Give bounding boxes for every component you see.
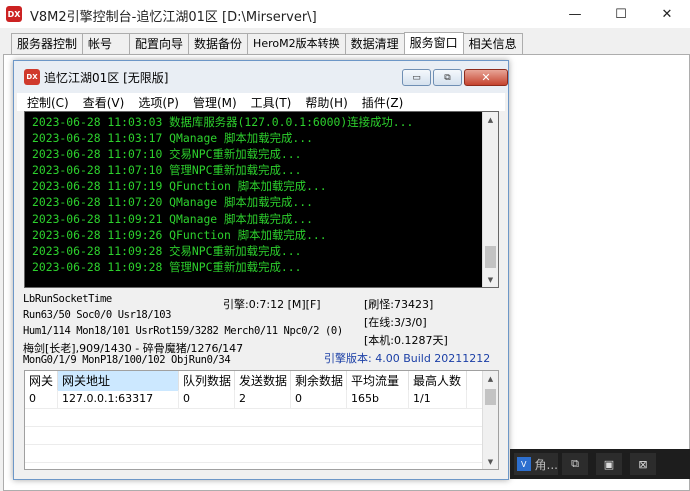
log-lines: 2023-06-28 11:03:03 数据库服务器(127.0.0.1:600… <box>32 114 482 275</box>
minimized-app-button[interactable]: V 角... <box>514 453 558 475</box>
tab-config-wizard[interactable]: 配置向导 <box>129 33 190 54</box>
table-scroll-down-icon[interactable]: ▼ <box>483 454 498 469</box>
row-divider <box>25 426 483 427</box>
minimized-window-strip: V 角... ⧉ ▣ ⊠ <box>510 449 690 479</box>
log-line: 2023-06-28 11:09:21 QManage 脚本加载完成... <box>32 211 313 226</box>
outer-window-title: V8M2引擎控制台-追忆江湖01区 [D:\Mirserver\] <box>30 10 317 25</box>
tab-data-backup[interactable]: 数据备份 <box>188 33 249 54</box>
col-max-users[interactable]: 最高人数 <box>409 371 467 391</box>
menu-tools[interactable]: 工具(T) <box>244 94 299 111</box>
cell-max-users: 1/1 <box>409 390 467 408</box>
monster-count: [刷怪:73423] <box>364 298 434 311</box>
gateway-table-header: 网关 网关地址 队列数据 发送数据 剩余数据 平均流量 最高人数 <box>25 371 467 391</box>
server-close-button[interactable]: ✕ <box>464 69 508 86</box>
mon-line: MonG0/1/9 MonP18/100/102 ObjRun0/34 <box>23 354 231 366</box>
run-counts: Run63/50 Soc0/0 Usr18/103 <box>23 309 172 321</box>
col-gateway[interactable]: 网关 <box>25 371 58 391</box>
table-row[interactable]: 0 127.0.0.1:63317 0 2 0 165b 1/1 <box>25 390 467 408</box>
minimize-button[interactable]: — <box>552 0 598 28</box>
app-logo-icon: DX <box>6 6 22 22</box>
cell-avg-traffic: 165b <box>347 390 409 408</box>
engine-time: 引擎:0:7:12 [M][F] <box>223 298 321 311</box>
col-avg-traffic[interactable]: 平均流量 <box>347 371 409 391</box>
log-line: 2023-06-28 11:07:10 交易NPC重新加载完成... <box>32 147 302 162</box>
col-gateway-address[interactable]: 网关地址 <box>58 371 179 391</box>
outer-titlebar: DX V8M2引擎控制台-追忆江湖01区 [D:\Mirserver\] — ☐… <box>0 0 690 28</box>
log-console[interactable]: 2023-06-28 11:03:03 数据库服务器(127.0.0.1:600… <box>24 111 499 288</box>
table-scrollbar[interactable]: ▲ ▼ <box>482 371 498 469</box>
cell-send-data: 2 <box>235 390 291 408</box>
tab-herom2-convert[interactable]: HeroM2版本转换 <box>247 33 346 54</box>
menu-options[interactable]: 选项(P) <box>131 94 186 111</box>
online-count: [在线:3/3/0] <box>364 316 427 329</box>
restore-icon[interactable]: ⧉ <box>562 453 588 475</box>
log-line: 2023-06-28 11:09:28 管理NPC重新加载完成... <box>32 259 302 274</box>
hum-line: Hum1/114 Mon18/101 UsrRot159/3282 Merch0… <box>23 325 343 337</box>
col-queue-data[interactable]: 队列数据 <box>179 371 235 391</box>
close-icon[interactable]: ⊠ <box>630 453 656 475</box>
cell-remaining-data: 0 <box>291 390 347 408</box>
row-divider <box>25 444 483 445</box>
server-restore-button[interactable]: ⧉ <box>433 69 462 86</box>
table-scroll-up-icon[interactable]: ▲ <box>483 371 498 386</box>
maximize-icon[interactable]: ▣ <box>596 453 622 475</box>
maximize-button[interactable]: ☐ <box>598 0 644 28</box>
local-uptime: [本机:0.1287天] <box>364 334 448 347</box>
scroll-thumb[interactable] <box>485 246 496 268</box>
tab-service-window[interactable]: 服务窗口 <box>403 32 464 54</box>
minimized-app-label: 角... <box>534 457 558 472</box>
server-minimize-button[interactable]: ▭ <box>402 69 431 86</box>
log-scrollbar[interactable]: ▲ ▼ <box>482 112 498 287</box>
log-line: 2023-06-28 11:07:10 管理NPC重新加载完成... <box>32 163 302 178</box>
server-window-titlebar[interactable]: DX 追忆江湖01区 [无限版] ▭ ⧉ ✕ <box>14 61 508 93</box>
tab-server-control[interactable]: 服务器控制 <box>11 33 84 54</box>
gateway-table[interactable]: 网关 网关地址 队列数据 发送数据 剩余数据 平均流量 最高人数 0 127.0… <box>24 370 499 470</box>
log-line: 2023-06-28 11:09:28 交易NPC重新加载完成... <box>32 243 302 258</box>
scroll-up-icon[interactable]: ▲ <box>483 112 498 127</box>
run-socket-label: LbRunSocketTime <box>23 293 112 305</box>
log-line: 2023-06-28 11:07:19 QFunction 脚本加载完成... <box>32 179 327 194</box>
tab-related-info[interactable]: 相关信息 <box>462 33 523 54</box>
server-window: DX 追忆江湖01区 [无限版] ▭ ⧉ ✕ 控制(C) 查看(V) 选项(P)… <box>13 60 509 480</box>
log-line: 2023-06-28 11:07:20 QManage 脚本加载完成... <box>32 195 313 210</box>
server-logo-icon: DX <box>24 69 40 85</box>
menu-manage[interactable]: 管理(M) <box>186 94 244 111</box>
cell-queue-data: 0 <box>179 390 235 408</box>
log-line: 2023-06-28 11:09:26 QFunction 脚本加载完成... <box>32 227 327 242</box>
engine-version: 引擎版本: 4.00 Build 20211212 <box>324 352 491 365</box>
menu-view[interactable]: 查看(V) <box>76 94 132 111</box>
scroll-down-icon[interactable]: ▼ <box>483 272 498 287</box>
menu-plugins[interactable]: 插件(Z) <box>355 94 411 111</box>
tab-data-cleanup[interactable]: 数据清理 <box>344 33 405 54</box>
close-button[interactable]: ✕ <box>644 0 690 28</box>
tab-account[interactable]: 帐号 <box>82 33 131 54</box>
row-divider <box>25 408 483 409</box>
col-remaining-data[interactable]: 剩余数据 <box>291 371 347 391</box>
col-send-data[interactable]: 发送数据 <box>235 371 291 391</box>
menu-control[interactable]: 控制(C) <box>17 94 76 111</box>
row-divider <box>25 462 483 463</box>
server-window-title: 追忆江湖01区 [无限版] <box>44 71 169 85</box>
cell-gateway: 0 <box>25 390 58 408</box>
log-line: 2023-06-28 11:03:03 数据库服务器(127.0.0.1:600… <box>32 115 414 129</box>
menu-help[interactable]: 帮助(H) <box>298 94 354 111</box>
main-tabs: 服务器控制 帐号 配置向导 数据备份 HeroM2版本转换 数据清理 服务窗口 … <box>11 32 523 55</box>
cell-gateway-address: 127.0.0.1:63317 <box>58 390 179 408</box>
server-menubar: 控制(C) 查看(V) 选项(P) 管理(M) 工具(T) 帮助(H) 插件(Z… <box>17 93 505 111</box>
app-glyph-icon: V <box>517 457 531 471</box>
log-line: 2023-06-28 11:03:17 QManage 脚本加载完成... <box>32 131 313 146</box>
table-scroll-thumb[interactable] <box>485 389 496 405</box>
